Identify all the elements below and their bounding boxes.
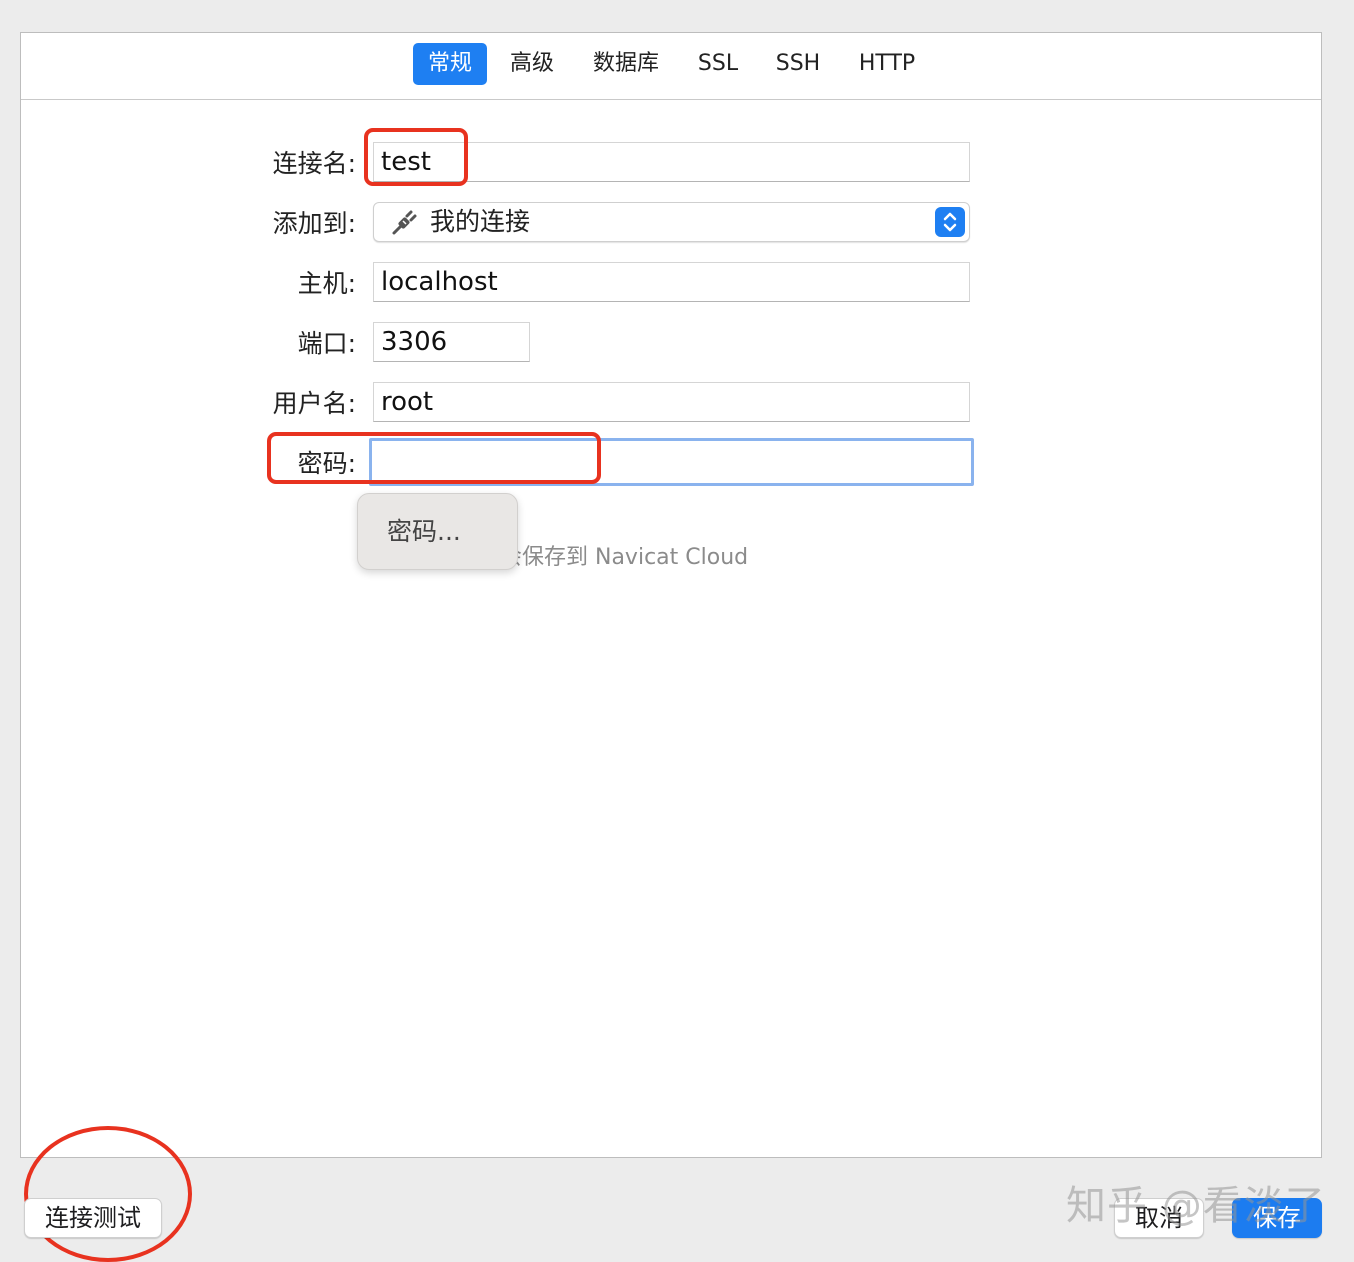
tab-database[interactable]: 数据库 — [586, 43, 666, 85]
username-label: 用户名: — [272, 389, 356, 418]
add-to-select-value: 我的连接 — [430, 207, 531, 236]
tab-advanced[interactable]: 高级 — [501, 43, 563, 85]
connection-dialog-panel: 常规 高级 数据库 SSL SSH HTTP — [20, 32, 1322, 1158]
up-down-chevron-icon — [935, 207, 965, 237]
host-input[interactable]: localhost — [373, 262, 970, 302]
port-label: 端口: — [297, 329, 356, 358]
save-to-navicat-cloud-text[interactable]: 会保存到 Navicat Cloud — [500, 540, 748, 576]
annotation-connection-name-box — [364, 128, 468, 186]
add-to-select[interactable]: 我的连接 — [373, 202, 970, 242]
password-autofill-popup[interactable]: 密码... — [357, 493, 518, 570]
tab-http[interactable]: HTTP — [849, 43, 925, 85]
annotation-test-connection-circle — [24, 1126, 192, 1262]
watermark: 知乎 @看淡了 — [1066, 1183, 1326, 1229]
host-label: 主机: — [297, 269, 356, 298]
plug-icon — [390, 209, 420, 237]
tab-ssh[interactable]: SSH — [767, 43, 829, 85]
tab-general[interactable]: 常规 — [413, 43, 487, 85]
tab-ssl[interactable]: SSL — [689, 43, 747, 85]
add-to-label: 添加到: — [272, 209, 356, 238]
username-input[interactable]: root — [373, 382, 970, 422]
annotation-password-box — [267, 432, 601, 484]
tab-bar: 常规 高级 数据库 SSL SSH HTTP — [21, 33, 1321, 100]
test-connection-button[interactable]: 连接测试 — [24, 1198, 162, 1238]
port-input[interactable]: 3306 — [373, 322, 530, 362]
connection-name-label: 连接名: — [272, 149, 356, 178]
